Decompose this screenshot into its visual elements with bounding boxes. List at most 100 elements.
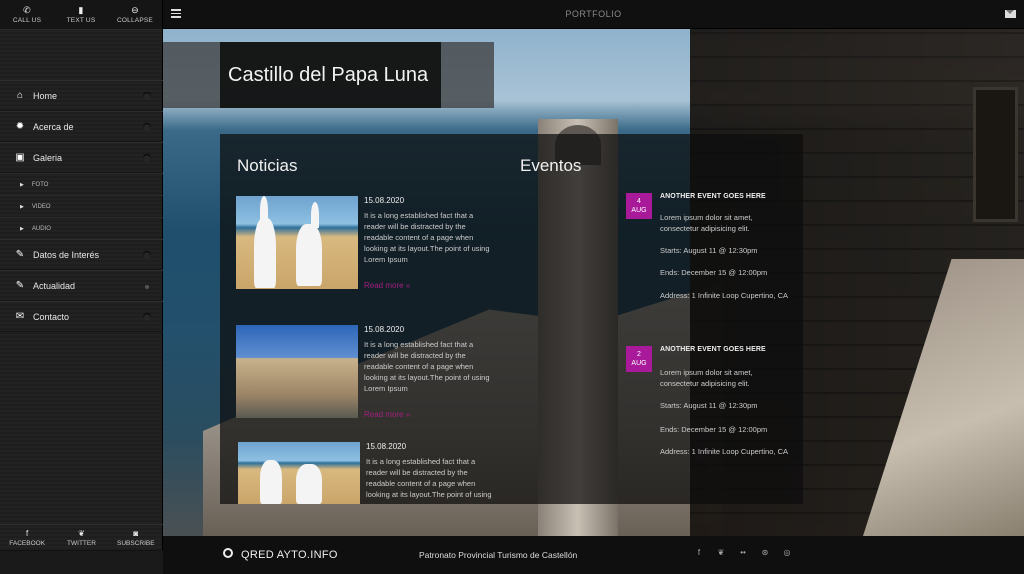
twitter-icon: ❦ — [78, 528, 85, 538]
event-month: AUG — [631, 207, 647, 214]
news-heading: Noticias — [237, 156, 298, 175]
topbar: PORTFOLIO — [163, 0, 1024, 29]
news-excerpt: It is a long established fact that a rea… — [364, 340, 490, 393]
caret-right-icon: ▶ — [20, 181, 24, 188]
sidebar-item-datos[interactable]: ✎ Datos de Interés — [0, 239, 163, 270]
castle-window — [973, 87, 1018, 222]
sidebar-top-buttons: ✆ CALL US ▮ TEXT US ⊖ COLLAPSE — [0, 0, 162, 30]
brand-logo-icon[interactable] — [223, 548, 233, 558]
sidebar-item-label: Datos de Interés — [33, 249, 100, 260]
sidebar-subitem-video[interactable]: ▶ VIDEO — [0, 195, 163, 217]
event-address: Address: 1 Infinite Loop Cupertino, CA — [660, 291, 788, 300]
home-icon: ⌂ — [16, 90, 24, 101]
news-item: 15.08.2020 It is a long established fact… — [238, 442, 518, 504]
caret-right-icon: ▶ — [20, 225, 24, 232]
phone-icon: ✆ — [23, 5, 31, 15]
pencil-icon: ✎ — [15, 249, 25, 260]
mail-icon[interactable] — [1005, 10, 1016, 18]
sidebar-subitem-label: VIDEO — [31, 203, 51, 210]
event-date-badge: 4 AUG — [626, 193, 652, 219]
sidebar-item-label: Galeria — [33, 152, 63, 163]
news-excerpt: It is a long established fact that a rea… — [366, 457, 492, 499]
event-starts: Starts: August 11 @ 12:30pm — [660, 401, 758, 410]
dribbble-icon[interactable]: ⊛ — [760, 548, 770, 557]
facebook-icon: f — [26, 528, 29, 538]
news-date: 15.08.2020 — [364, 196, 405, 205]
event-description: Lorem ipsum dolor sit amet, — [660, 213, 753, 222]
sidebar-item-actualidad[interactable]: ✎ Actualidad — [0, 270, 163, 301]
event-description: consectetur adipisicing elit. — [660, 224, 750, 233]
flickr-icon[interactable]: •• — [738, 548, 748, 557]
event-starts: Starts: August 11 @ 12:30pm — [660, 246, 758, 255]
event-title[interactable]: ANOTHER EVENT GOES HERE — [660, 193, 766, 200]
facebook-button[interactable]: f FACEBOOK — [0, 525, 54, 550]
event-ends: Ends: December 15 @ 12:00pm — [660, 425, 768, 434]
footer-brand[interactable]: QRED AYTO.INFO — [241, 549, 338, 561]
sidebar-item-label: Acerca de — [33, 121, 74, 132]
text-us-label: TEXT US — [66, 17, 96, 24]
text-us-button[interactable]: ▮ TEXT US — [54, 0, 108, 29]
footer-social-links: f ❦ •• ⊛ ◎ — [694, 548, 792, 557]
event-date-badge: 2 AUG — [626, 346, 652, 372]
indicator-dot — [143, 313, 151, 321]
sidebar-item-galeria[interactable]: ▣ Galeria — [0, 142, 163, 173]
collapse-label: COLLAPSE — [117, 17, 153, 24]
page-title: Castillo del Papa Luna — [220, 42, 441, 108]
event-title[interactable]: ANOTHER EVENT GOES HERE — [660, 346, 766, 353]
gear-icon: ✹ — [15, 121, 25, 132]
collapse-icon: ⊖ — [131, 5, 139, 15]
news-thumbnail[interactable] — [236, 196, 358, 289]
sidebar-footer — [0, 550, 163, 574]
twitter-button[interactable]: ❦ TWITTER — [54, 525, 108, 550]
topbar-title: PORTFOLIO — [565, 9, 622, 19]
sidebar-item-acerca[interactable]: ✹ Acerca de — [0, 111, 163, 142]
event-day: 2 — [637, 351, 641, 358]
footer-credit: Patronato Provincial Turismo de Castelló… — [419, 550, 578, 560]
read-more-link[interactable]: Read more » — [364, 410, 410, 419]
news-item: 15.08.2020 It is a long established fact… — [236, 196, 516, 296]
event-ends: Ends: December 15 @ 12:00pm — [660, 268, 768, 277]
events-heading: Eventos — [520, 156, 582, 175]
facebook-icon[interactable]: f — [694, 548, 704, 557]
sidebar-nav: ⌂ Home ✹ Acerca de ▣ Galeria ▶ FOTO ▶ VI… — [0, 80, 163, 332]
content-panel: Noticias Eventos 15.08.2020 It is a long… — [220, 134, 803, 504]
read-more-link[interactable]: Read more » — [364, 281, 410, 290]
event-address: Address: 1 Infinite Loop Cupertino, CA — [660, 447, 788, 456]
envelope-icon: ✉ — [15, 311, 25, 322]
sidebar-subitem-foto[interactable]: ▶ FOTO — [0, 173, 163, 195]
sidebar-social-buttons: f FACEBOOK ❦ TWITTER ◙ SUBSCRIBE — [0, 524, 163, 550]
indicator-dot — [143, 154, 151, 162]
event-description: consectetur adipisicing elit. — [660, 379, 750, 388]
sidebar-item-label: Home — [33, 90, 58, 101]
sidebar-item-label: Contacto — [33, 311, 70, 322]
news-thumbnail[interactable] — [236, 325, 358, 418]
sidebar-subitem-label: FOTO — [31, 181, 49, 188]
rss-icon[interactable]: ◎ — [782, 548, 792, 557]
news-excerpt: It is a long established fact that a rea… — [364, 211, 490, 264]
pencil-icon: ✎ — [15, 280, 25, 291]
sidebar-item-contacto[interactable]: ✉ Contacto — [0, 301, 163, 332]
twitter-icon[interactable]: ❦ — [716, 548, 726, 557]
news-thumbnail[interactable] — [238, 442, 360, 504]
news-date: 15.08.2020 — [364, 325, 405, 334]
subscribe-button[interactable]: ◙ SUBSCRIBE — [109, 525, 163, 550]
chat-icon: ▮ — [78, 5, 84, 15]
sidebar-subitem-audio[interactable]: ▶ AUDIO — [0, 217, 163, 239]
active-indicator-dot — [145, 285, 149, 289]
subscribe-label: SUBSCRIBE — [117, 539, 155, 547]
caret-right-icon: ▶ — [20, 203, 24, 210]
call-us-label: CALL US — [12, 17, 42, 24]
call-us-button[interactable]: ✆ CALL US — [0, 0, 54, 29]
news-date: 15.08.2020 — [366, 442, 407, 451]
footer: QRED AYTO.INFO Patronato Provincial Turi… — [163, 536, 1024, 574]
sidebar: ✆ CALL US ▮ TEXT US ⊖ COLLAPSE ⌂ Home ✹ … — [0, 0, 163, 574]
collapse-button[interactable]: ⊖ COLLAPSE — [108, 0, 162, 29]
sidebar-subitem-label: AUDIO — [31, 225, 51, 232]
indicator-dot — [143, 92, 151, 100]
event-description: Lorem ipsum dolor sit amet, — [660, 368, 753, 377]
indicator-dot — [143, 123, 151, 131]
sidebar-item-home[interactable]: ⌂ Home — [0, 80, 163, 111]
twitter-label: TWITTER — [67, 539, 96, 547]
news-item: 15.08.2020 It is a long established fact… — [236, 325, 516, 425]
facebook-label: FACEBOOK — [9, 539, 46, 547]
